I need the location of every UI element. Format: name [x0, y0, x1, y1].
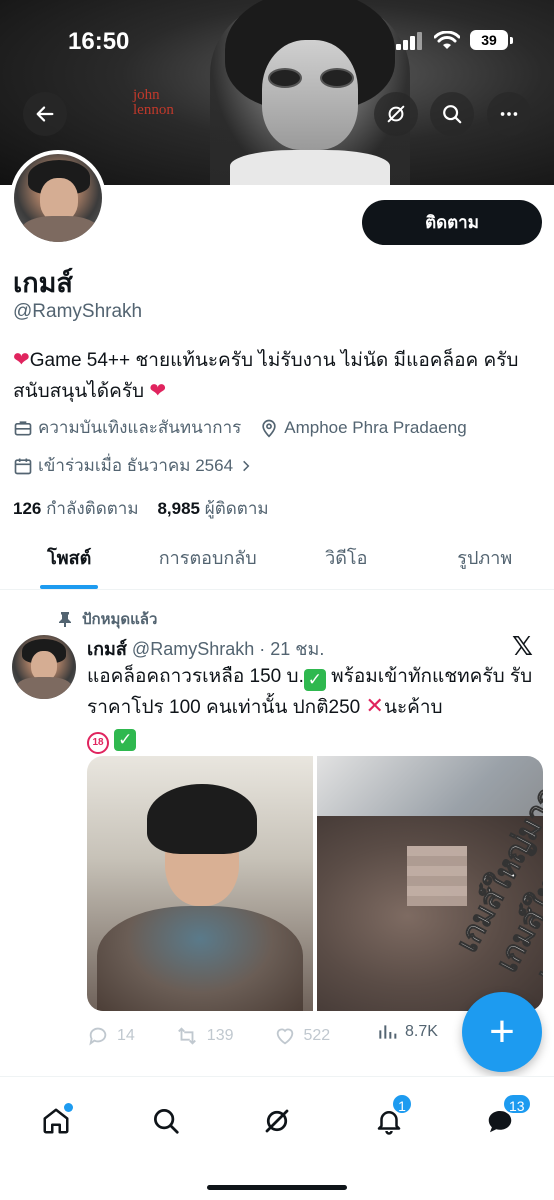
nav-home[interactable] [34, 1099, 78, 1143]
profile-joined: เข้าร่วมเมื่อ ธันวาคม 2564 [38, 456, 234, 475]
post-text: แอคล็อคถาวรเหลือ 150 บ. ✓ พร้อมเข้าทักแชท… [87, 662, 547, 754]
like-button[interactable]: 522 [274, 1022, 330, 1050]
signal-icon [396, 32, 424, 50]
nav-notifications[interactable]: 1 [367, 1093, 413, 1143]
post-media: เกมส์ใหญ่มาก เกมส์ใหญ่มาก เกมส์ใหญ่มาก [87, 756, 543, 1011]
profile-category: ความบันเทิงและสันทนาการ [38, 418, 242, 437]
nav-messages[interactable]: 13 [478, 1093, 532, 1143]
views-button[interactable]: 8.7K [377, 1022, 438, 1042]
banner-shirt [230, 150, 390, 185]
battery-icon: 39 [470, 30, 513, 50]
profile-location: Amphoe Phra Pradaeng [284, 417, 467, 437]
search-icon [154, 1109, 179, 1134]
search-icon [443, 105, 462, 124]
pinned-label: ปักหมุดแล้ว [58, 607, 157, 631]
heart-outline-icon [276, 1028, 293, 1045]
banner-glasses [266, 68, 356, 88]
grok-button[interactable] [374, 92, 418, 136]
followers-link[interactable]: 8,985 ผู้ติดตาม [157, 499, 268, 518]
bottom-nav: 1 13 [0, 1076, 554, 1200]
heart-icon: ❤ [13, 349, 30, 371]
heart-icon: ❤ [149, 380, 167, 402]
messages-badge: 13 [502, 1093, 532, 1115]
repost-icon [177, 1027, 196, 1045]
post-image-1[interactable] [87, 756, 313, 1011]
banner-face [262, 40, 358, 150]
tab-replies[interactable]: การตอบกลับ [139, 530, 278, 589]
arrow-left-icon [36, 106, 54, 122]
location-icon [262, 419, 276, 438]
tab-posts[interactable]: โพสต์ [0, 530, 139, 589]
follow-counts: 126 กำลังติดตาม 8,985 ผู้ติดตาม [13, 495, 269, 522]
profile-handle: @RamyShrakh [13, 301, 143, 322]
banner-caption: john lennon [133, 87, 174, 118]
bar-chart-icon [379, 1025, 397, 1039]
reply-icon [89, 1027, 107, 1046]
grok-icon [387, 105, 405, 123]
cross-mark-icon: ✕ [365, 693, 384, 718]
tab-photos[interactable]: รูปภาพ [416, 530, 554, 589]
profile-tabs: โพสต์ การตอบกลับ วิดีโอ รูปภาพ [0, 530, 554, 590]
more-icon [500, 112, 518, 116]
no-under-18-icon: 18 [87, 732, 109, 754]
briefcase-icon [14, 420, 32, 435]
checkmark-icon: ✓ [114, 729, 137, 751]
more-button[interactable] [487, 92, 531, 136]
home-unread-dot [64, 1103, 73, 1112]
post-avatar[interactable] [12, 635, 76, 699]
status-bar: 16:50 39 [0, 26, 554, 56]
profile-joined-row[interactable]: เข้าร่วมเมื่อ ธันวาคม 2564 [13, 452, 258, 479]
nav-grok[interactable] [255, 1099, 299, 1143]
chevron-right-icon [243, 460, 250, 471]
post-time: · 21 ชม. [259, 639, 325, 659]
wifi-icon [434, 31, 460, 49]
following-link[interactable]: 126 กำลังติดตาม [13, 499, 139, 518]
nav-search[interactable] [144, 1099, 188, 1143]
calendar-icon [14, 458, 32, 474]
post-author-name[interactable]: เกมส์ [87, 639, 127, 659]
reply-button[interactable]: 14 [87, 1022, 135, 1050]
compose-button[interactable]: + [462, 992, 542, 1072]
profile-avatar[interactable] [10, 150, 106, 246]
profile-name: เกมส์ [13, 268, 73, 298]
profile-meta-row: ความบันเทิงและสันทนาการ Amphoe Phra Prad… [13, 414, 467, 441]
home-indicator [207, 1185, 347, 1190]
search-button[interactable] [430, 92, 474, 136]
post-header: เกมส์ @RamyShrakh · 21 ชม. [87, 634, 324, 663]
checkmark-icon: ✓ [303, 669, 326, 691]
grok-icon [265, 1109, 289, 1133]
post-image-2[interactable]: เกมส์ใหญ่มาก เกมส์ใหญ่มาก เกมส์ใหญ่มาก [317, 756, 543, 1011]
status-time: 16:50 [68, 28, 130, 55]
repost-button[interactable]: 139 [175, 1022, 234, 1050]
tab-videos[interactable]: วิดีโอ [277, 530, 416, 589]
profile-bio: ❤Game 54++ ชายแท้นะครับ ไม่รับงาน ไม่นัด… [13, 349, 519, 402]
post-author-handle[interactable]: @RamyShrakh [132, 639, 254, 659]
pin-icon [59, 612, 71, 627]
back-button[interactable] [23, 92, 67, 136]
x-logo-icon: 𝕏 [512, 632, 533, 662]
notifications-badge: 1 [391, 1093, 413, 1115]
follow-button[interactable]: ติดตาม [362, 200, 542, 245]
